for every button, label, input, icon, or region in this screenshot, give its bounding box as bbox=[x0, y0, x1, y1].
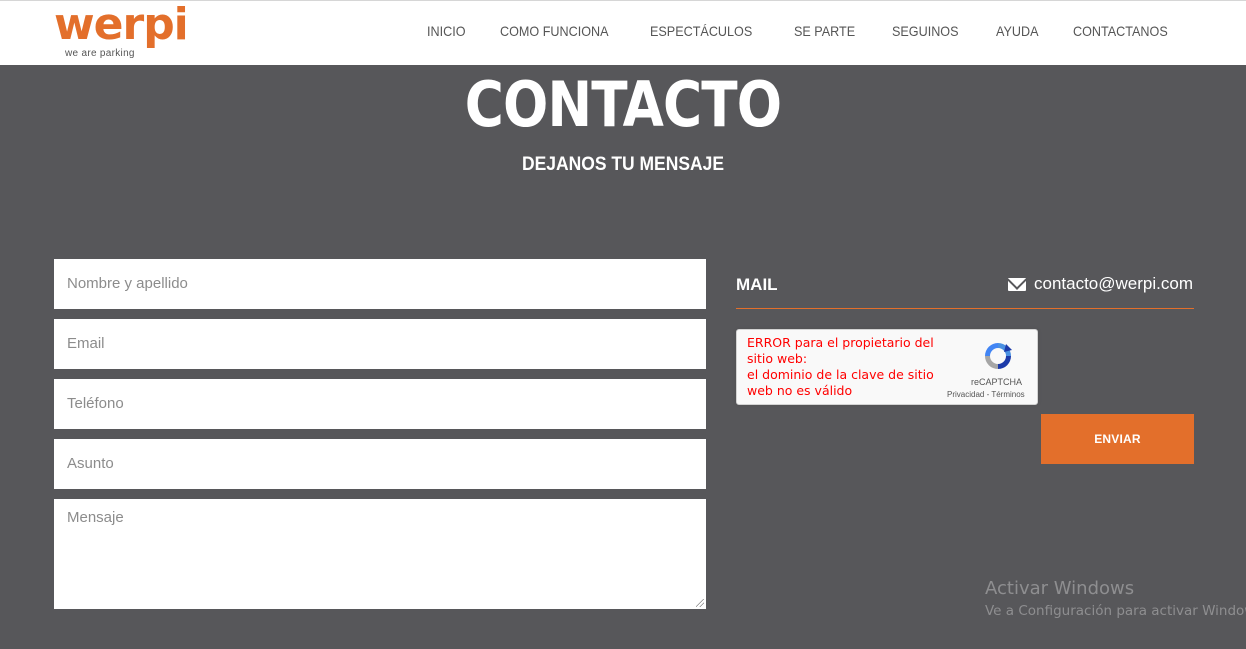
mail-divider bbox=[736, 308, 1194, 309]
recaptcha-widget[interactable]: ERROR para el propietario del sitio web:… bbox=[736, 329, 1038, 405]
subject-placeholder: Asunto bbox=[67, 455, 114, 472]
recaptcha-logo-icon bbox=[985, 343, 1012, 369]
mail-label: MAIL bbox=[736, 275, 778, 294]
page-title: CONTACTO bbox=[464, 68, 782, 141]
nav-item-inicio[interactable]: INICIO bbox=[427, 23, 466, 39]
logo-tagline: we are parking bbox=[65, 48, 135, 59]
name-input[interactable]: Nombre y apellido bbox=[54, 259, 706, 309]
recaptcha-name: reCAPTCHA bbox=[971, 377, 1023, 387]
nav-item-seguinos[interactable]: SEGUINOS bbox=[892, 23, 959, 39]
mail-contact: contacto@werpi.com bbox=[1008, 274, 1193, 294]
mail-address[interactable]: contacto@werpi.com bbox=[1034, 274, 1193, 294]
phone-input[interactable]: Teléfono bbox=[54, 379, 706, 429]
windows-activation-title: Activar Windows bbox=[985, 578, 1135, 599]
nav-item-espectaculos[interactable]: ESPECTÁCULOS bbox=[650, 23, 752, 39]
name-placeholder: Nombre y apellido bbox=[67, 275, 188, 292]
nav-item-ayuda[interactable]: AYUDA bbox=[996, 23, 1038, 39]
recaptcha-privacy-link[interactable]: Privacidad bbox=[947, 390, 984, 399]
send-button[interactable]: ENVIAR bbox=[1041, 414, 1194, 464]
recaptcha-error: ERROR para el propietario del sitio web:… bbox=[747, 335, 934, 398]
top-navbar: werpi we are parking INICIO COMO FUNCION… bbox=[0, 0, 1246, 65]
phone-placeholder: Teléfono bbox=[67, 395, 124, 412]
recaptcha-links: Privacidad - Términos bbox=[947, 390, 1025, 399]
nav-item-como-funciona[interactable]: COMO FUNCIONA bbox=[500, 23, 609, 39]
recaptcha-terms-link[interactable]: Términos bbox=[991, 390, 1024, 399]
message-placeholder: Mensaje bbox=[67, 509, 124, 526]
message-textarea[interactable]: Mensaje bbox=[54, 499, 706, 609]
envelope-icon bbox=[1008, 277, 1026, 291]
nav-item-contactanos[interactable]: CONTACTANOS bbox=[1073, 23, 1168, 39]
main-nav: INICIO COMO FUNCIONA ESPECTÁCULOS SE PAR… bbox=[397, 23, 1178, 39]
logo-word: werpi bbox=[54, 0, 189, 50]
email-placeholder: Email bbox=[67, 335, 105, 352]
resize-handle-icon[interactable] bbox=[696, 599, 704, 607]
email-input[interactable]: Email bbox=[54, 319, 706, 369]
werpi-logo[interactable]: werpi we are parking bbox=[54, 0, 194, 61]
windows-activation-subtitle: Ve a Configuración para activar Windows. bbox=[985, 603, 1246, 619]
page-subtitle: DEJANOS TU MENSAJE bbox=[521, 154, 725, 175]
nav-item-se-parte[interactable]: SE PARTE bbox=[794, 23, 855, 39]
subject-input[interactable]: Asunto bbox=[54, 439, 706, 489]
